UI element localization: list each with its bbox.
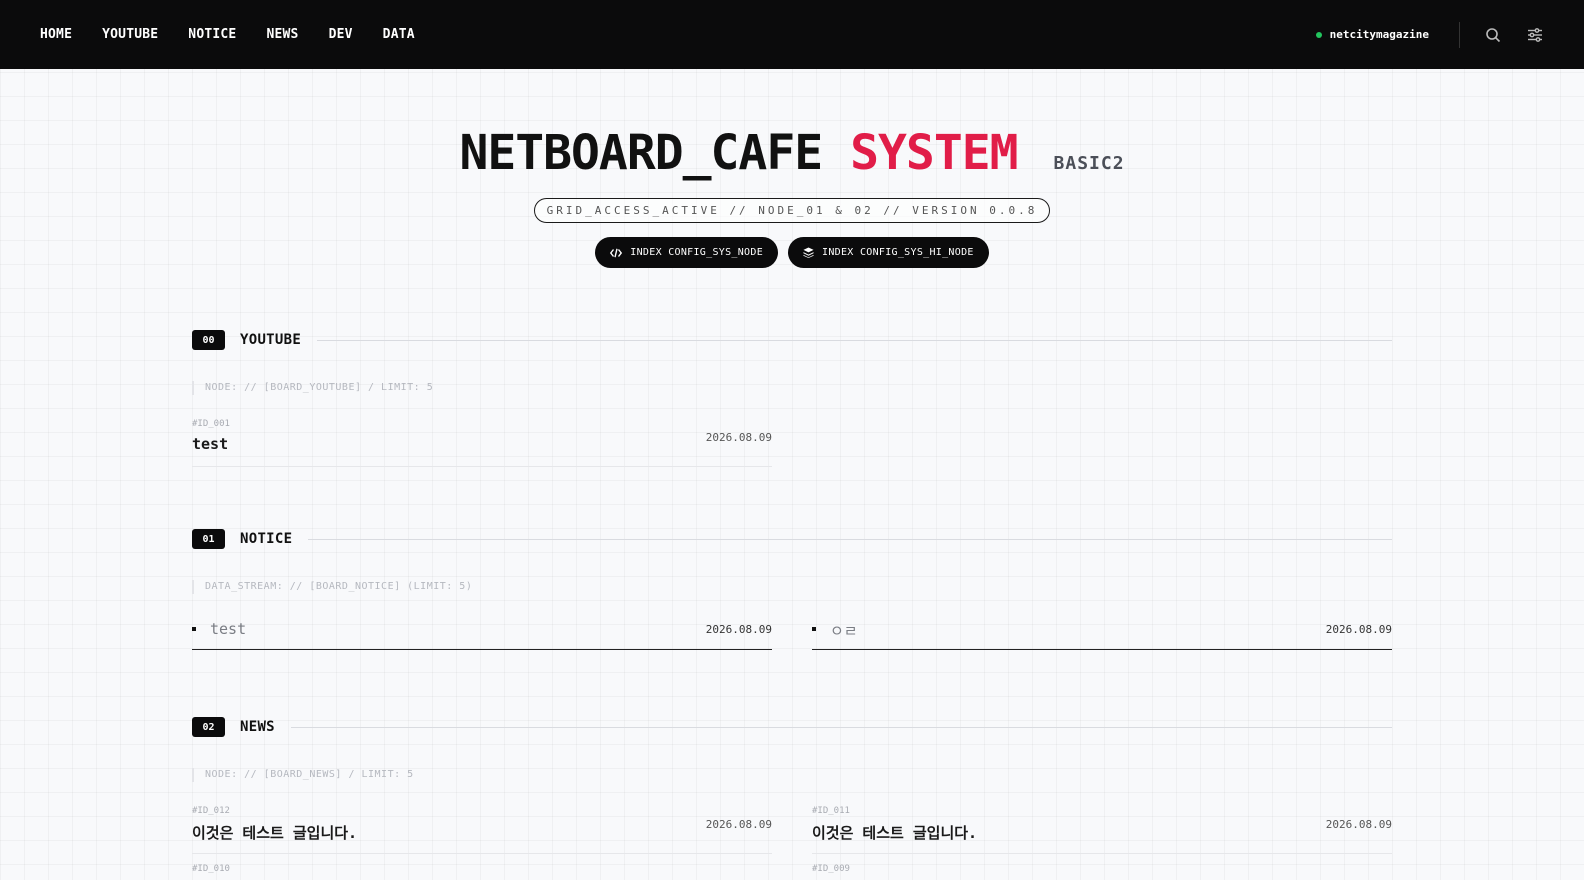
nav-right-group: netcitymagazine [1315,0,1544,69]
notice-date: 2026.08.09 [1325,623,1392,636]
top-navigation-bar: HOME YOUTUBE NOTICE NEWS DEV DATA netcit… [0,0,1584,69]
index-config-sys-hi-node-label: INDEX CONFIG_SYS_HI_NODE [822,247,974,258]
notice-item[interactable]: ㅇㄹ 2026.08.09 [812,610,1392,650]
section-divider [317,339,1392,341]
section-title[interactable]: NOTICE [240,531,292,547]
post-item[interactable]: #ID_012 이것은 테스트 글입니다. 2026.08.09 [192,796,772,854]
notice-date: 2026.08.09 [705,623,772,636]
nav-link-youtube[interactable]: YOUTUBE [102,27,158,42]
section-youtube: 00 YOUTUBE NODE: // [BOARD_YOUTUBE] / LI… [192,329,1392,467]
hero-header: NETBOARD_CAFE SYSTEM BASIC2 GRID_ACCESS_… [0,125,1584,268]
section-number-badge: 00 [192,330,225,350]
post-grid: #ID_001 test 2026.08.09 [192,409,1392,467]
post-title[interactable]: 이것은 테스트 글입니다. [192,822,357,843]
post-id: #ID_009 [812,864,850,874]
hero-buttons: INDEX CONFIG_SYS_NODE INDEX CONFIG_SYS_H… [0,237,1584,268]
nav-link-notice[interactable]: NOTICE [188,27,236,42]
notice-column: test 2026.08.09 [192,610,772,650]
post-column: #ID_001 test 2026.08.09 [192,409,772,467]
bullet-icon [192,627,196,631]
post-item[interactable]: #ID_009 [812,854,1392,880]
title-main: NETBOARD_CAFE [459,125,823,181]
section-divider [290,726,1392,728]
post-title[interactable]: 이것은 테스트 글입니다. [812,822,977,843]
title-subtitle: BASIC2 [1053,153,1125,174]
section-meta: DATA_STREAM: // [BOARD_NOTICE] (LIMIT: 5… [192,580,1392,594]
section-news: 02 NEWS NODE: // [BOARD_NEWS] / LIMIT: 5… [192,716,1392,880]
title-accent: SYSTEM [850,125,1018,181]
nav-divider [1459,21,1460,48]
version-pill: GRID_ACCESS_ACTIVE // NODE_01 & 02 // VE… [533,198,1051,223]
section-header: 02 NEWS [192,716,1392,738]
section-divider [308,538,1392,540]
section-header: 00 YOUTUBE [192,329,1392,351]
post-item[interactable]: #ID_010 [192,854,772,880]
version-pill-wrap: GRID_ACCESS_ACTIVE // NODE_01 & 02 // VE… [0,198,1584,223]
section-meta: NODE: // [BOARD_NEWS] / LIMIT: 5 [192,768,1392,782]
username-label: netcitymagazine [1329,28,1429,41]
post-date: 2026.08.09 [705,818,772,831]
nav-link-data[interactable]: DATA [383,27,415,42]
notice-grid: test 2026.08.09 ㅇㄹ 2026.08.09 [192,610,1392,650]
index-config-sys-node-label: INDEX CONFIG_SYS_NODE [630,247,764,258]
index-config-sys-node-button[interactable]: INDEX CONFIG_SYS_NODE [595,237,779,268]
section-header: 01 NOTICE [192,528,1392,550]
user-chip[interactable]: netcitymagazine [1315,28,1429,41]
post-grid: #ID_012 이것은 테스트 글입니다. 2026.08.09 #ID_010… [192,796,1392,880]
section-number-badge: 02 [192,717,225,737]
nav-link-home[interactable]: HOME [40,27,72,42]
section-number-badge: 01 [192,529,225,549]
post-item[interactable]: #ID_011 이것은 테스트 글입니다. 2026.08.09 [812,796,1392,854]
nav-link-dev[interactable]: DEV [329,27,353,42]
online-status-icon [1315,31,1322,38]
index-config-sys-hi-node-button[interactable]: INDEX CONFIG_SYS_HI_NODE [788,237,989,268]
post-id: #ID_011 [812,806,850,816]
code-icon [610,248,623,257]
post-id: #ID_001 [192,419,230,429]
post-date: 2026.08.09 [1325,818,1392,831]
notice-title[interactable]: test [210,620,246,638]
post-title[interactable]: test [192,435,228,453]
bullet-icon [812,627,816,631]
nav-links: HOME YOUTUBE NOTICE NEWS DEV DATA [40,0,445,69]
post-column: #ID_012 이것은 테스트 글입니다. 2026.08.09 #ID_010 [192,796,772,880]
post-item[interactable]: #ID_001 test 2026.08.09 [192,409,772,467]
post-date: 2026.08.09 [705,431,772,444]
page-title: NETBOARD_CAFE SYSTEM BASIC2 [459,125,1124,181]
settings-sliders-icon[interactable] [1526,26,1544,44]
notice-title[interactable]: ㅇㄹ [830,620,858,641]
post-id: #ID_010 [192,864,230,874]
notice-item[interactable]: test 2026.08.09 [192,610,772,650]
notice-column: ㅇㄹ 2026.08.09 [812,610,1392,650]
post-id: #ID_012 [192,806,230,816]
post-column: #ID_011 이것은 테스트 글입니다. 2026.08.09 #ID_009 [812,796,1392,880]
search-icon[interactable] [1484,26,1502,44]
layers-icon [803,247,814,258]
section-meta: NODE: // [BOARD_YOUTUBE] / LIMIT: 5 [192,381,1392,395]
nav-link-news[interactable]: NEWS [266,27,298,42]
section-title[interactable]: NEWS [240,719,275,735]
section-title[interactable]: YOUTUBE [240,332,301,348]
section-notice: 01 NOTICE DATA_STREAM: // [BOARD_NOTICE]… [192,528,1392,650]
